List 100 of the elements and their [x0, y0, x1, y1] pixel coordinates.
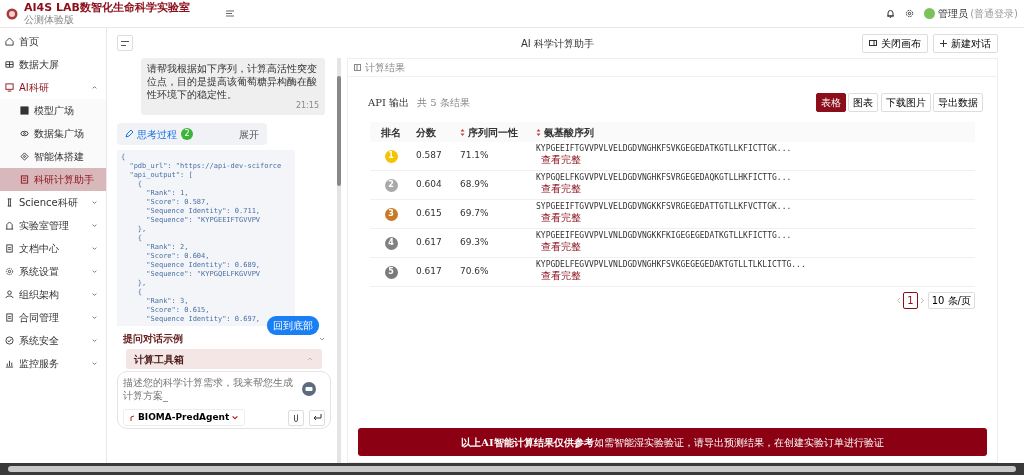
sidebar-item[interactable]: 科研计算助手 — [0, 168, 106, 191]
attach-button[interactable] — [288, 409, 304, 426]
bar-chart-icon — [5, 359, 14, 368]
menu-icon — [121, 40, 129, 46]
menu-button[interactable] — [117, 35, 133, 51]
paperclip-icon — [293, 413, 299, 423]
avatar-icon[interactable] — [924, 8, 936, 19]
document-icon — [5, 313, 14, 322]
send-button[interactable] — [309, 409, 325, 426]
pen-icon — [125, 130, 133, 139]
examples-label: 提问对话示例 — [123, 332, 183, 347]
sidebar-item[interactable]: 模型广场 — [0, 99, 106, 122]
score-cell: 0.617 — [416, 266, 442, 277]
chevron-icon[interactable] — [91, 245, 98, 252]
chevron-icon[interactable] — [91, 222, 98, 229]
grid-icon — [5, 60, 14, 69]
caret-icon — [232, 415, 239, 421]
thinking-label: 思考过程 — [137, 127, 177, 142]
horizontal-scrollbar[interactable] — [0, 463, 1024, 475]
agent-selector[interactable]: BIOMA-PredAgent — [123, 408, 246, 427]
toolbox-bar[interactable]: 计算工具箱 — [126, 349, 322, 370]
sidebar-item[interactable]: 数据大屏 — [0, 53, 106, 76]
sidebar-item[interactable]: 系统设置 — [0, 260, 106, 283]
sidebar-item[interactable]: Science科研 — [0, 191, 106, 214]
scrollbar[interactable] — [337, 58, 341, 463]
score-cell: 0.617 — [416, 237, 442, 248]
sidebar-item[interactable]: 数据集广场 — [0, 122, 106, 145]
view-full-link[interactable]: 查看完整 — [536, 270, 581, 282]
score-cell: 0.604 — [416, 179, 442, 190]
page-button[interactable]: 1 — [903, 292, 918, 309]
app-subtitle: 公测体验版 — [24, 14, 75, 26]
app-title: AI4S LAB数智化生命科学实验室 — [24, 1, 190, 15]
user-name: 管理员 — [937, 7, 968, 21]
download-image-button[interactable]: 下载图片 — [880, 93, 931, 112]
sidebar-item[interactable]: 合同管理 — [0, 306, 106, 329]
sidebar-item[interactable]: 智能体搭建 — [0, 145, 106, 168]
rank-badge: 4 — [384, 236, 398, 250]
chevron-icon[interactable] — [91, 314, 98, 321]
results-title: API 输出 — [368, 96, 410, 110]
input-field[interactable]: 描述您的科学计算需求，我来帮您生成计算方案_ BIOMA-PredAgent — [117, 371, 331, 430]
view-tab[interactable]: 表格 — [815, 93, 846, 112]
view-full-link[interactable]: 查看完整 — [536, 241, 581, 253]
view-full-link[interactable]: 查看完整 — [536, 154, 581, 166]
column-header: 分数 — [416, 125, 436, 140]
chevron-icon[interactable] — [91, 199, 98, 206]
chevron-icon[interactable] — [319, 335, 325, 342]
disclaimer-banner: 以上AI智能计算结果仅供参考如需智能湿实验验证，请导出预测结果，在创建实验订单进行验证 — [358, 428, 987, 456]
monitor-icon — [5, 83, 14, 92]
close-canvas-button[interactable]: 关闭画布 — [862, 33, 928, 53]
chevron-icon[interactable] — [91, 268, 98, 275]
diamond-icon — [20, 152, 29, 161]
sidebar-item[interactable]: 实验室管理 — [0, 214, 106, 237]
column-header: 序列同一性 — [468, 125, 518, 140]
menu-icon[interactable] — [225, 10, 234, 17]
new-chat-button[interactable]: 新建对话 — [933, 33, 998, 53]
chevron-icon[interactable] — [91, 337, 98, 344]
sidebar-item[interactable]: 监控服务 — [0, 352, 106, 375]
sidebar-item[interactable]: 文档中心 — [0, 237, 106, 260]
export-data-button[interactable]: 导出数据 — [933, 93, 983, 112]
page-size-select[interactable]: 10 条/页 — [927, 292, 975, 309]
logo-icon — [6, 7, 18, 20]
rank-badge: 2 — [384, 178, 398, 192]
rank-badge: 1 — [384, 149, 398, 163]
document-icon — [5, 244, 14, 253]
identity-cell: 69.7% — [460, 208, 489, 219]
column-header: 氨基酸序列 — [544, 125, 594, 140]
panel-icon — [869, 40, 877, 46]
view-full-link[interactable]: 查看完整 — [536, 212, 581, 224]
view-full-link[interactable]: 查看完整 — [536, 183, 581, 195]
rank-badge: 3 — [384, 207, 398, 221]
shield-icon — [5, 336, 14, 345]
expand-toggle[interactable]: 展开 — [239, 126, 259, 142]
sidebar-item[interactable]: AI科研 — [0, 76, 106, 99]
chevron-icon[interactable] — [91, 291, 98, 298]
sequence-cell-text: KYPGEEIFEGVVPVLVNLDGDVNGKKFKIGEGEGEDATKGTLLKFICTTG... — [536, 231, 793, 241]
calculator-icon — [20, 175, 29, 184]
column-header: 排名 — [381, 125, 401, 140]
sidebar-item[interactable]: 组织架构 — [0, 283, 106, 306]
sequence-cell-text: SYPGEEIFTGVVPVLVELDGDVNGKKFSVRGEGEDATTGTLLKFVCTTGK... — [536, 202, 793, 212]
eye-icon — [20, 129, 29, 138]
square-icon — [20, 106, 29, 115]
identity-cell: 69.3% — [460, 237, 489, 248]
login-type: (普通登录) — [970, 7, 1018, 21]
message-time: 21:15 — [295, 101, 319, 110]
view-tab[interactable]: 图表 — [848, 93, 878, 112]
sort-icon[interactable] — [460, 128, 465, 136]
settings-icon[interactable] — [905, 9, 915, 18]
bell-icon[interactable] — [886, 9, 896, 18]
chevron-icon[interactable] — [91, 360, 98, 367]
sequence-cell-text: KYPGEEIFTGVVPVLVELDGDVNGHKFSVKGEGEDATKGTLLKFICTTGK... — [536, 144, 793, 154]
identity-cell: 68.9% — [460, 179, 489, 190]
sidebar-item[interactable]: 系统安全 — [0, 329, 106, 352]
sidebar-item[interactable]: 首页 — [0, 30, 106, 53]
sequence-cell-text: KYPGQELFKGVVPVLVELDGDVNGHKFSVRGEGEDAQKGTLLHKFICTTG... — [536, 173, 793, 183]
chevron-icon[interactable] — [91, 84, 98, 91]
sequence-cell-text: KYPGDELFEGVVPVLVNLDGDVNGHKFSVKGEGEGEDAKTGTLLTLKLICTTG... — [536, 260, 807, 270]
identity-cell: 71.1% — [460, 150, 489, 161]
person-icon — [5, 290, 14, 299]
thinking-bar[interactable]: 思考过程 2 展开 — [117, 123, 267, 146]
sort-icon[interactable] — [536, 128, 541, 136]
